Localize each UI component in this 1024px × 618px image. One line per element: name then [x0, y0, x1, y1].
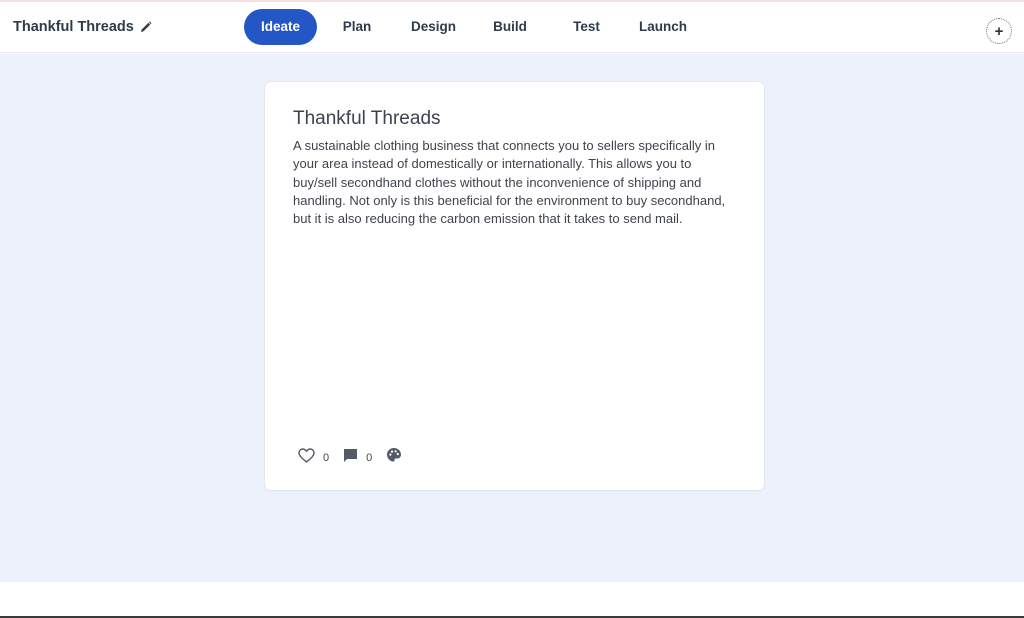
top-navbar: Thankful Threads Ideate Plan Design Buil…: [0, 2, 1024, 53]
heart-icon: [298, 447, 315, 468]
plus-icon: +: [994, 22, 1004, 40]
project-title-text: Thankful Threads: [13, 19, 134, 35]
project-title[interactable]: Thankful Threads: [13, 19, 152, 35]
theme-button[interactable]: [386, 447, 402, 468]
tab-build[interactable]: Build: [470, 9, 550, 45]
card-actions: 0 0: [298, 447, 416, 468]
tab-test[interactable]: Test: [550, 9, 623, 45]
tab-design[interactable]: Design: [397, 9, 470, 45]
add-button[interactable]: +: [986, 18, 1012, 44]
pencil-icon[interactable]: [140, 21, 152, 33]
card-description: A sustainable clothing business that con…: [293, 138, 726, 227]
tab-plan[interactable]: Plan: [317, 9, 397, 45]
footer-area: [0, 582, 1024, 618]
phase-tabs: Ideate Plan Design Build Test Launch: [244, 9, 703, 45]
comment-icon: [343, 448, 358, 468]
like-button[interactable]: 0: [298, 447, 330, 468]
tab-launch[interactable]: Launch: [623, 9, 703, 45]
idea-card[interactable]: Thankful Threads A sustainable clothing …: [265, 82, 764, 490]
board-canvas: Thankful Threads A sustainable clothing …: [0, 54, 1024, 582]
comment-button[interactable]: 0: [343, 448, 372, 468]
palette-icon: [386, 447, 402, 468]
comment-count: 0: [366, 451, 373, 464]
tab-ideate[interactable]: Ideate: [244, 9, 317, 45]
card-title: Thankful Threads: [293, 108, 441, 129]
like-count: 0: [323, 451, 330, 464]
